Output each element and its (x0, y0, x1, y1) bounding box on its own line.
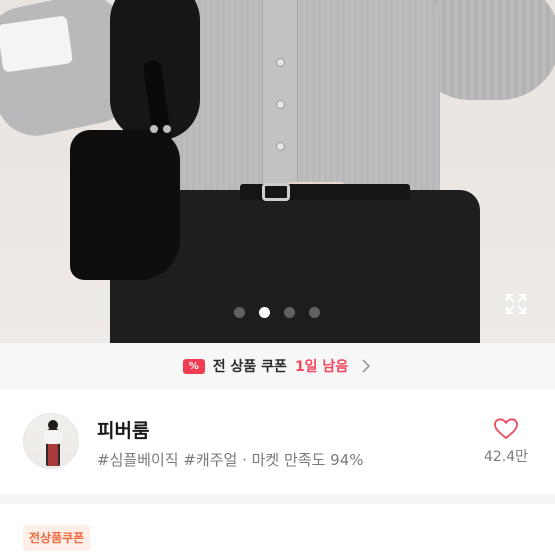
carousel-dot[interactable] (234, 307, 245, 318)
photo-buckle (262, 183, 290, 201)
like-count: 42.4만 (483, 449, 529, 465)
heart-icon[interactable] (493, 417, 519, 441)
photo-button (276, 58, 285, 67)
coupon-chip[interactable]: 전상품쿠폰 (23, 525, 91, 551)
avatar-top (44, 430, 62, 444)
carousel-dot[interactable] (259, 307, 270, 318)
expand-icon[interactable] (504, 292, 528, 316)
avatar-head (48, 420, 58, 430)
carousel-dot[interactable] (284, 307, 295, 318)
photo-cuff (0, 15, 73, 73)
shop-info: 피버룸 #심플베이직 #캐주얼 · 마켓 만족도 94% 42.4만 (0, 389, 555, 494)
photo-button (276, 142, 285, 151)
avatar-skirt (48, 444, 58, 466)
product-image-carousel[interactable] (0, 0, 555, 343)
carousel-pagination (234, 307, 320, 318)
photo-cardigan (168, 0, 440, 210)
photo-rivet (163, 125, 171, 133)
coupon-banner[interactable]: 전 상품 쿠폰 1일 남음 (0, 343, 555, 389)
shop-avatar[interactable] (23, 413, 79, 469)
coupon-icon (182, 358, 205, 374)
shop-tags: #심플베이직 #캐주얼 · 마켓 만족도 94% (97, 451, 364, 469)
photo-button (276, 100, 285, 109)
photo-rivet (150, 125, 158, 133)
product-page: 전 상품 쿠폰 1일 남음 피버룸 #심플베이직 #캐주얼 · 마켓 만족도 9… (0, 0, 555, 555)
carousel-dot[interactable] (309, 307, 320, 318)
photo-bag (70, 130, 180, 280)
section-divider (0, 494, 555, 504)
chevron-right-icon (362, 359, 371, 373)
coupon-days-left: 1일 남음 (294, 359, 349, 375)
coupon-banner-text: 전 상품 쿠폰 (212, 359, 287, 375)
shop-name[interactable]: 피버룸 (97, 416, 149, 443)
